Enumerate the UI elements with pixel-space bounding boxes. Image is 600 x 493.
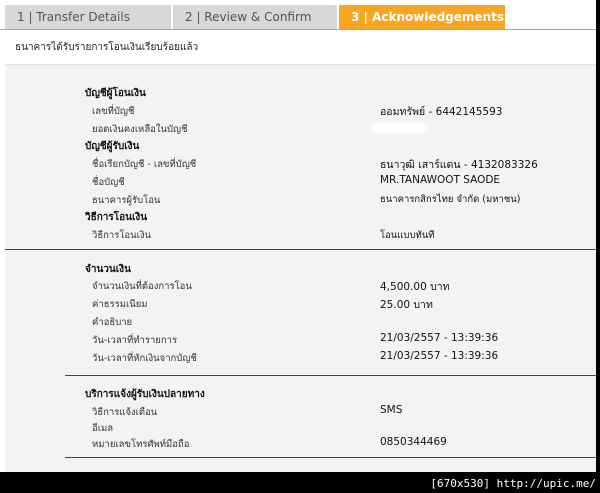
separator (5, 249, 596, 250)
step-tabs: 1 | Transfer Details 2 | Review & Confir… (0, 0, 596, 30)
redacted-balance (370, 123, 428, 133)
account-no-label: เลขที่บัญชี (92, 106, 135, 117)
watermark: [670x530] http://upic.me/ (430, 477, 596, 490)
balance-label: ยอดเงินคงเหลือในบัญชี (92, 124, 188, 135)
bank-value: ธนาคารกสิกรไทย จำกัด (มหาชน) (380, 194, 521, 205)
account-name-label: ชื่อบัญชี (92, 177, 125, 188)
method-label: วิธีการโอนเงิน (92, 230, 152, 241)
email-label: อีเมล (92, 423, 114, 434)
details-panel: บัญชีผู้โอนเงิน เลขที่บัญชี ออมทรัพย์ - … (5, 64, 596, 472)
amount-header: จำนวนเงิน (85, 264, 131, 275)
success-notice: ธนาคารได้รับรายการโอนเงินเรียบร้อยแล้ว (15, 42, 199, 53)
account-name-value: MR.TANAWOOT SAODE (380, 174, 501, 186)
phone-value: 0850344469 (380, 436, 447, 448)
txn-date-value: 21/03/2557 - 13:39:36 (380, 332, 499, 344)
debit-date-label: วัน-เวลาที่หักเงินจากบัญชี (92, 353, 197, 364)
fee-value: 25.00 บาท (380, 299, 433, 311)
notify-method-value: SMS (380, 404, 403, 416)
tab-underline (0, 29, 596, 30)
amount-label: จำนวนเงินที่ต้องการโอน (92, 281, 192, 292)
phone-label: หมายเลขโทรศัพท์มือถือ (92, 439, 190, 450)
method-header: วิธีการโอนเงิน (85, 212, 148, 223)
debit-date-value: 21/03/2557 - 13:39:36 (380, 350, 499, 362)
nickname-value: ธนาวุฒิ เสาร์แดน - 4132083326 (380, 159, 538, 171)
tab-review-confirm[interactable]: 2 | Review & Confirm (173, 5, 337, 29)
fee-label: ค่าธรรมเนียม (92, 299, 148, 310)
bank-label: ธนาคารผู้รับโอน (92, 195, 161, 206)
separator (65, 457, 596, 458)
account-no-value: ออมทรัพย์ - 6442145593 (380, 106, 503, 118)
tab-acknowledgements[interactable]: 3 | Acknowledgements (339, 5, 505, 29)
memo-label: คำอธิบาย (92, 317, 133, 328)
nickname-label: ชื่อเรียกบัญชี - เลขที่บัญชี (92, 159, 197, 170)
txn-date-label: วัน-เวลาที่ทำรายการ (92, 335, 178, 346)
transfer-acknowledgement-page: 1 | Transfer Details 2 | Review & Confir… (0, 0, 596, 472)
from-account-header: บัญชีผู้โอนเงิน (85, 88, 146, 99)
to-account-header: บัญชีผู้รับเงิน (85, 141, 140, 152)
notify-method-label: วิธีการแจ้งเตือน (92, 407, 158, 418)
amount-value: 4,500.00 บาท (380, 281, 450, 293)
tab-transfer-details[interactable]: 1 | Transfer Details (5, 5, 171, 29)
notify-header: บริการแจ้งผู้รับเงินปลายทาง (85, 389, 205, 400)
method-value: โอนแบบทันที (380, 230, 435, 241)
separator (65, 375, 596, 376)
